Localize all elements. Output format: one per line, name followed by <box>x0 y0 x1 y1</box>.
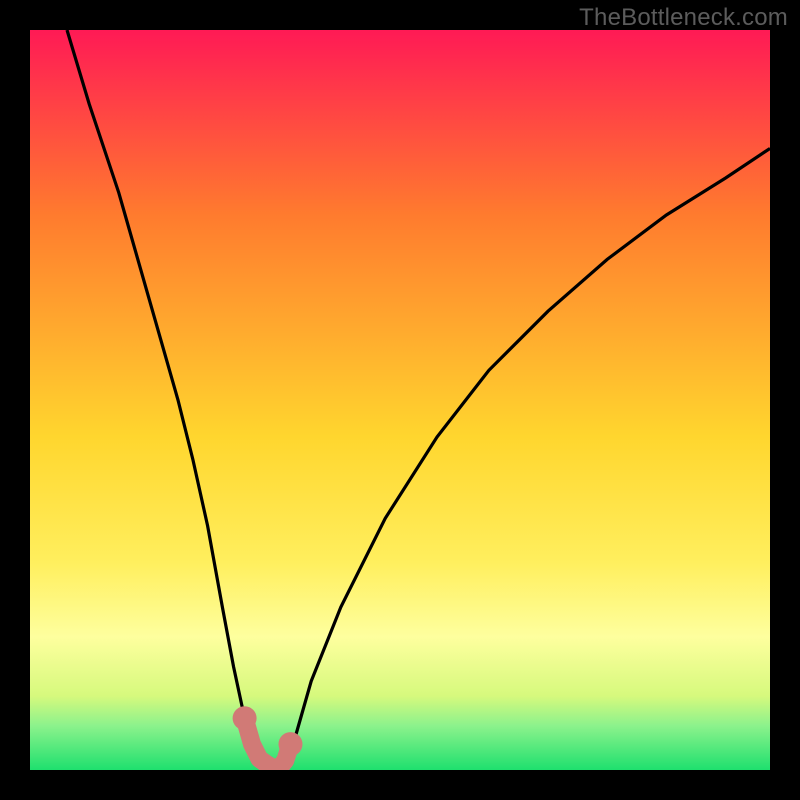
curve-layer <box>30 30 770 770</box>
watermark-text: TheBottleneck.com <box>579 4 788 32</box>
bottleneck-curve <box>67 30 770 770</box>
plot-area <box>30 30 770 770</box>
chart-frame: TheBottleneck.com <box>0 0 800 800</box>
